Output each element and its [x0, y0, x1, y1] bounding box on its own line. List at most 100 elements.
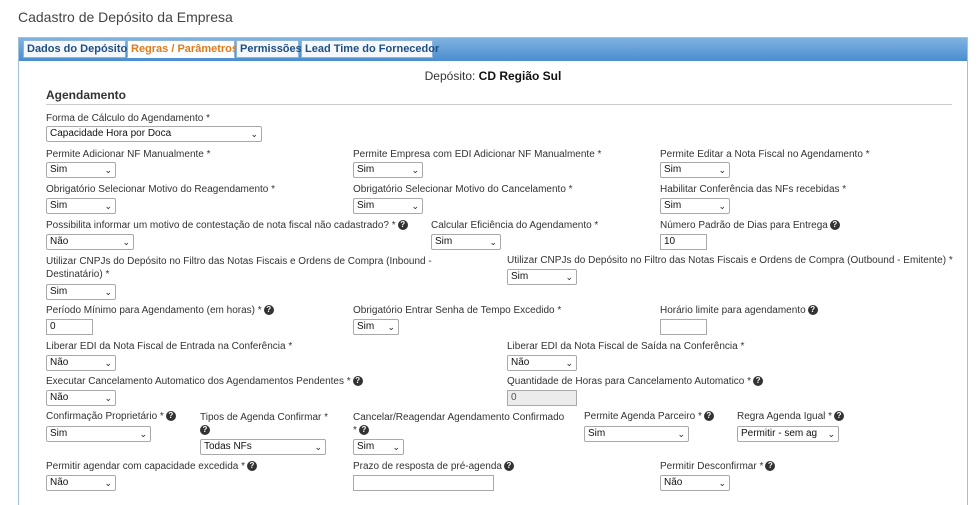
help-icon[interactable]: ? — [829, 220, 840, 231]
chevron-down-icon: ⌄ — [718, 478, 726, 488]
help-icon[interactable]: ? — [753, 376, 764, 387]
horas-cancel-input: 0 — [507, 390, 577, 406]
adicionar-nf-select[interactable]: Sim ⌄ — [46, 162, 116, 178]
chevron-down-icon: ⌄ — [139, 429, 147, 439]
horario-limite-label: Horário limite para agendamento? — [660, 305, 818, 316]
edi-entrada-select[interactable]: Não ⌄ — [46, 355, 116, 371]
periodo-minimo-input[interactable]: 0 — [46, 319, 93, 335]
tipos-agenda-select[interactable]: Todas NFs ⌄ — [200, 439, 326, 455]
cancel-auto-select[interactable]: Não ⌄ — [46, 390, 116, 406]
edi-saida-label: Liberar EDI da Nota Fiscal de Saída na C… — [507, 341, 745, 352]
contestacao-label: Possibilita informar um motivo de contes… — [46, 220, 408, 231]
prazo-resposta-label: Prazo de resposta de pré-agenda? — [353, 461, 514, 472]
tab-dados-deposito[interactable]: Dados do Depósito — [23, 40, 127, 58]
chevron-down-icon: ⌄ — [314, 442, 322, 452]
conf-proprietario-label: Confirmação Proprietário *? — [46, 411, 176, 422]
conferencia-nfs-label: Habilitar Conferência das NFs recebidas … — [660, 184, 847, 195]
cnpj-outbound-select[interactable]: Sim ⌄ — [507, 269, 577, 285]
chevron-down-icon: ⌄ — [104, 358, 112, 368]
empresa-edi-select[interactable]: Sim ⌄ — [353, 162, 423, 178]
agenda-parceiro-select[interactable]: Sim ⌄ — [584, 426, 689, 442]
chevron-down-icon: ⌄ — [104, 165, 112, 175]
chevron-down-icon: ⌄ — [392, 442, 400, 452]
regra-agenda-select[interactable]: Permitir - sem ag ⌄ — [737, 426, 839, 442]
depot-header: Depósito: CD Região Sul — [19, 69, 967, 83]
chevron-down-icon: ⌄ — [565, 358, 573, 368]
tab-lead-time[interactable]: Lead Time do Fornecedor — [301, 40, 439, 58]
editar-nf-select[interactable]: Sim ⌄ — [660, 162, 730, 178]
periodo-minimo-label: Período Mínimo para Agendamento (em hora… — [46, 305, 274, 316]
horas-cancel-label: Quantidade de Horas para Cancelamento Au… — [507, 376, 764, 387]
regra-agenda-label: Regra Agenda Igual *? — [737, 411, 845, 422]
chevron-down-icon: ⌄ — [104, 287, 112, 297]
dias-entrega-input[interactable]: 10 — [660, 234, 707, 250]
senha-tempo-label: Obrigatório Entrar Senha de Tempo Excedi… — [353, 305, 562, 316]
help-icon[interactable]: ? — [247, 461, 257, 472]
motivo-cancelamento-label: Obrigatório Selecionar Motivo do Cancela… — [353, 184, 573, 195]
contestacao-select[interactable]: Não ⌄ — [46, 234, 134, 250]
tab-permissoes[interactable]: Permissões — [236, 40, 302, 58]
chevron-down-icon: ⌄ — [677, 429, 685, 439]
tipos-agenda-label: Tipos de Agenda Confirmar *? — [200, 412, 329, 436]
help-icon[interactable]: ? — [165, 411, 176, 422]
chevron-down-icon: ⌄ — [827, 429, 835, 439]
chevron-down-icon: ⌄ — [489, 237, 497, 247]
prazo-resposta-input[interactable] — [353, 475, 494, 491]
agenda-parceiro-label: Permite Agenda Parceiro *? — [584, 411, 714, 422]
horario-limite-input[interactable] — [660, 319, 707, 335]
help-icon[interactable]: ? — [352, 376, 363, 387]
empresa-edi-label: Permite Empresa com EDI Adicionar NF Man… — [353, 149, 602, 160]
conferencia-nfs-select[interactable]: Sim ⌄ — [660, 198, 730, 214]
forma-calculo-select[interactable]: Capacidade Hora por Doca ⌄ — [46, 126, 262, 142]
chevron-down-icon: ⌄ — [387, 322, 395, 332]
chevron-down-icon: ⌄ — [250, 129, 258, 139]
chevron-down-icon: ⌄ — [122, 237, 130, 247]
cancelar-reagendar-select[interactable]: Sim ⌄ — [353, 439, 404, 455]
chevron-down-icon: ⌄ — [565, 272, 573, 282]
chevron-down-icon: ⌄ — [411, 201, 419, 211]
help-icon[interactable]: ? — [807, 305, 818, 316]
eficiencia-select[interactable]: Sim ⌄ — [431, 234, 501, 250]
depot-label: Depósito: — [424, 69, 476, 83]
help-icon[interactable]: ? — [200, 425, 210, 436]
dias-entrega-label: Número Padrão de Dias para Entrega? — [660, 220, 840, 231]
cnpj-inbound-label: Utilizar CNPJs do Depósito no Filtro das… — [46, 256, 432, 280]
page-title: Cadastro de Depósito da Empresa — [18, 9, 233, 25]
edi-entrada-label: Liberar EDI da Nota Fiscal de Entrada na… — [46, 341, 293, 352]
desconfirmar-select[interactable]: Não ⌄ — [660, 475, 730, 491]
chevron-down-icon: ⌄ — [411, 165, 419, 175]
senha-tempo-select[interactable]: Sim ⌄ — [353, 319, 399, 335]
tab-regras-parametros[interactable]: Regras / Parâmetros — [127, 40, 238, 58]
desconfirmar-label: Permitir Desconfirmar *? — [660, 461, 776, 472]
chevron-down-icon: ⌄ — [718, 201, 726, 211]
cancelar-reagendar-label: Cancelar/Reagendar Agendamento Confirmad… — [353, 412, 565, 436]
motivo-reagendamento-label: Obrigatório Selecionar Motivo do Reagend… — [46, 184, 276, 195]
eficiencia-label: Calcular Eficiência do Agendamento * — [431, 220, 599, 231]
editar-nf-label: Permite Editar a Nota Fiscal no Agendame… — [660, 149, 870, 160]
chevron-down-icon: ⌄ — [104, 393, 112, 403]
help-icon[interactable]: ? — [765, 461, 776, 472]
help-icon[interactable]: ? — [397, 220, 408, 231]
tab-bar: Dados do Depósito Regras / Parâmetros Pe… — [19, 38, 967, 61]
cancel-auto-label: Executar Cancelamento Automatico dos Age… — [46, 376, 363, 387]
motivo-cancelamento-select[interactable]: Sim ⌄ — [353, 198, 423, 214]
help-icon[interactable]: ? — [358, 425, 369, 436]
capacidade-excedida-select[interactable]: Não ⌄ — [46, 475, 116, 491]
section-agendamento: Agendamento — [46, 88, 952, 105]
help-icon[interactable]: ? — [703, 411, 714, 422]
help-icon[interactable]: ? — [504, 461, 514, 472]
cnpj-inbound-select[interactable]: Sim ⌄ — [46, 284, 116, 300]
chevron-down-icon: ⌄ — [104, 478, 112, 488]
adicionar-nf-label: Permite Adicionar NF Manualmente * — [46, 149, 211, 160]
conf-proprietario-select[interactable]: Sim ⌄ — [46, 426, 151, 442]
cnpj-outbound-label: Utilizar CNPJs do Depósito no Filtro das… — [507, 255, 953, 266]
motivo-reagendamento-select[interactable]: Sim ⌄ — [46, 198, 116, 214]
edi-saida-select[interactable]: Não ⌄ — [507, 355, 577, 371]
chevron-down-icon: ⌄ — [104, 201, 112, 211]
depot-name: CD Região Sul — [478, 69, 562, 83]
capacidade-excedida-label: Permitir agendar com capacidade excedida… — [46, 461, 257, 472]
chevron-down-icon: ⌄ — [718, 165, 726, 175]
help-icon[interactable]: ? — [834, 411, 845, 422]
help-icon[interactable]: ? — [263, 305, 274, 316]
forma-calculo-label: Forma de Cálculo do Agendamento * — [46, 113, 210, 124]
